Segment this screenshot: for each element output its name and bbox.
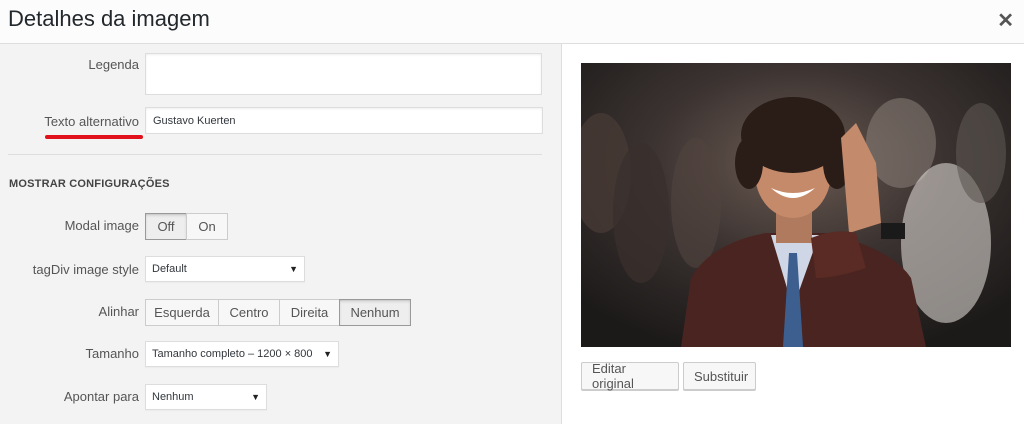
align-left-button[interactable]: Esquerda xyxy=(145,299,219,326)
tagdiv-style-select[interactable]: Default ▼ xyxy=(145,256,305,282)
chevron-down-icon: ▼ xyxy=(323,349,332,359)
highlight-underline xyxy=(45,135,143,139)
align-none-button[interactable]: Nenhum xyxy=(339,299,411,326)
link-to-select[interactable]: Nenhum ▼ xyxy=(145,384,267,410)
alt-text-input[interactable] xyxy=(145,107,543,134)
edit-original-button[interactable]: Editar original xyxy=(581,361,679,391)
alt-text-row: Texto alternativo xyxy=(0,44,561,144)
display-settings-heading: Mostrar configurações xyxy=(9,178,170,190)
link-to-value: Nenhum xyxy=(152,391,194,403)
modal-image-on-button[interactable]: On xyxy=(186,213,228,240)
modal-image-label: Modal image xyxy=(64,218,139,233)
divider xyxy=(8,154,542,155)
replace-button[interactable]: Substituir xyxy=(683,362,756,390)
modal-header: Detalhes da imagem ✕ xyxy=(0,0,1024,44)
size-select[interactable]: Tamanho completo – 1200 × 800 ▼ xyxy=(145,341,339,367)
tagdiv-style-label: tagDiv image style xyxy=(32,262,139,277)
align-right-button[interactable]: Direita xyxy=(279,299,340,326)
link-to-label: Apontar para xyxy=(63,389,139,404)
size-value: Tamanho completo – 1200 × 800 xyxy=(152,348,313,360)
align-label: Alinhar xyxy=(98,304,139,319)
align-center-button[interactable]: Centro xyxy=(218,299,280,326)
modal-image-toggle: Off On xyxy=(145,213,228,240)
size-label: Tamanho xyxy=(85,346,139,361)
chevron-down-icon: ▼ xyxy=(289,264,298,274)
tagdiv-style-value: Default xyxy=(152,263,187,275)
attachment-settings-panel: Legenda Texto alternativo Mostrar config… xyxy=(0,44,562,424)
close-icon[interactable]: ✕ xyxy=(997,8,1014,33)
chevron-down-icon: ▼ xyxy=(251,392,260,402)
align-button-group: Esquerda Centro Direita Nenhum xyxy=(145,299,411,326)
modal-image-off-button[interactable]: Off xyxy=(145,213,187,240)
image-preview xyxy=(581,63,1011,347)
person-photo xyxy=(581,63,1011,347)
alt-text-label: Texto alternativo xyxy=(44,114,139,129)
modal-title: Detalhes da imagem xyxy=(8,6,210,31)
